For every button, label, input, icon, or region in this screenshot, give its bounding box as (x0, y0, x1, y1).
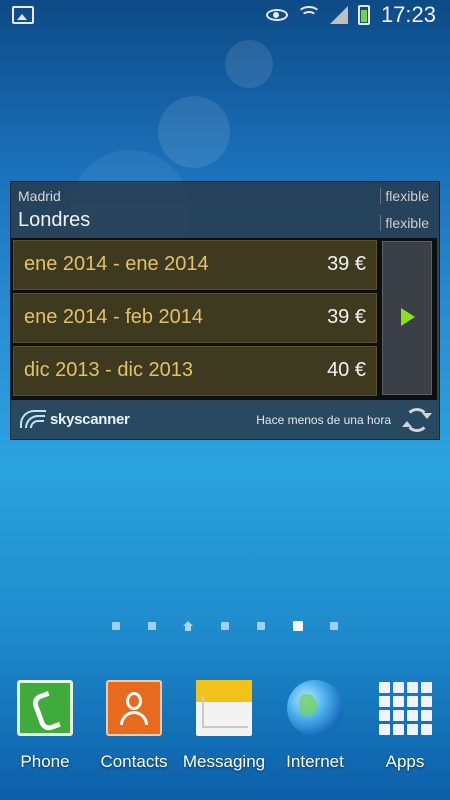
messaging-icon (196, 680, 252, 736)
wallpaper-bubble (158, 96, 230, 168)
clock: 17:23 (380, 2, 436, 27)
app-label: Messaging (182, 752, 266, 771)
wifi-icon (297, 6, 321, 24)
result-row[interactable]: ene 2014 - ene 2014 39 € (13, 240, 377, 290)
widget-footer: skyscanner Hace menos de una hora (11, 400, 439, 440)
signal-icon (330, 6, 348, 24)
skyscanner-widget[interactable]: Madrid Londres flexible flexible ene 201… (10, 181, 440, 440)
result-dates: dic 2013 - dic 2013 (24, 359, 194, 381)
last-updated: Hace menos de una hora (256, 413, 391, 427)
image-icon (12, 6, 34, 24)
app-messaging[interactable]: Messaging (179, 680, 269, 772)
result-row[interactable]: ene 2014 - feb 2014 39 € (13, 293, 377, 343)
page-dot[interactable] (330, 622, 338, 630)
page-dot[interactable] (257, 622, 265, 630)
result-dates: ene 2014 - ene 2014 (24, 253, 209, 275)
origin-flexible[interactable]: flexible (380, 188, 429, 204)
skyscanner-logo-icon (18, 410, 46, 428)
refresh-icon[interactable] (402, 408, 432, 432)
battery-icon (358, 5, 370, 25)
internet-icon (287, 680, 343, 736)
app-dock: Phone Contacts Messaging Internet Apps (0, 672, 450, 800)
wallpaper-bubble (225, 40, 273, 88)
app-apps[interactable]: Apps (360, 680, 450, 772)
home-page-icon[interactable] (183, 621, 193, 631)
phone-icon (17, 680, 73, 736)
apps-grid-icon (377, 680, 433, 736)
result-price: 40 € (327, 359, 366, 381)
result-dates: ene 2014 - feb 2014 (24, 306, 204, 328)
open-skyscanner-button[interactable] (379, 238, 437, 400)
page-dot[interactable] (112, 622, 120, 630)
open-button-face (382, 241, 432, 395)
play-icon (401, 308, 415, 326)
app-label: Apps (385, 752, 425, 771)
app-label: Phone (20, 752, 70, 771)
destination-flexible[interactable]: flexible (380, 215, 429, 231)
skyscanner-logo: skyscanner (18, 410, 130, 428)
app-label: Internet (286, 752, 344, 771)
destination-city[interactable]: Londres (18, 209, 90, 232)
page-dot[interactable] (148, 622, 156, 630)
eye-icon (266, 9, 288, 21)
page-indicator (0, 620, 450, 634)
app-phone[interactable]: Phone (0, 680, 90, 772)
status-bar: 17:23 (0, 0, 450, 30)
origin-city[interactable]: Madrid (18, 188, 61, 204)
app-contacts[interactable]: Contacts (89, 680, 179, 772)
brand-name: skyscanner (50, 410, 130, 428)
result-row[interactable]: dic 2013 - dic 2013 40 € (13, 346, 377, 396)
result-price: 39 € (327, 306, 366, 328)
results-list: ene 2014 - ene 2014 39 € ene 2014 - feb … (11, 238, 379, 400)
result-price: 39 € (327, 253, 366, 275)
contacts-icon (106, 680, 162, 736)
app-internet[interactable]: Internet (270, 680, 360, 772)
page-dot-active[interactable] (293, 621, 303, 631)
page-dot[interactable] (221, 622, 229, 630)
app-label: Contacts (100, 752, 168, 771)
